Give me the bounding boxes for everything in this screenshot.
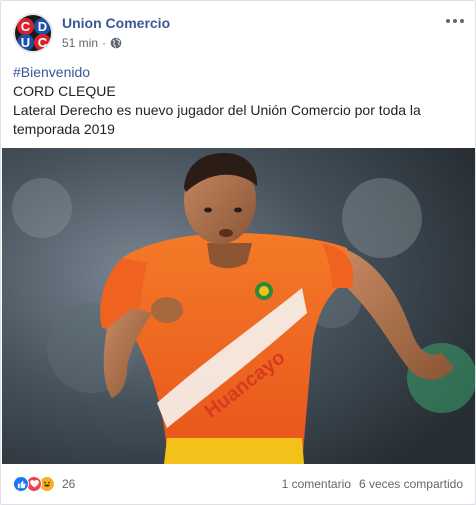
avatar-letter: C [17,18,34,35]
post-footer: 26 1 comentario 6 veces compartido [13,471,463,497]
more-options-icon[interactable] [445,15,465,27]
post-card: C D U C Union Comercio 51 min · #Bienven… [0,0,476,505]
shares-count-link[interactable]: 6 veces compartido [359,477,463,491]
comments-count-link[interactable]: 1 comentario [282,477,351,491]
avatar-letter: D [34,18,51,35]
avatar-letter: U [17,34,34,51]
page-name-link[interactable]: Union Comercio [62,15,170,31]
globe-icon[interactable] [110,37,122,49]
post-text: #Bienvenido CORD CLEQUE Lateral Derecho … [13,63,463,139]
reactions-summary[interactable]: 26 [13,476,75,492]
post-photo[interactable]: Huancayo [2,148,475,464]
avatar-letter: C [34,34,51,51]
post-meta: 51 min · [62,36,122,50]
hashtag-link[interactable]: #Bienvenido [13,63,463,82]
page-avatar[interactable]: C D U C [13,13,53,53]
post-header: C D U C Union Comercio 51 min · [13,11,465,55]
post-text-line: Lateral Derecho es nuevo jugador del Uni… [13,102,421,137]
player-photo-image: Huancayo [2,148,475,464]
post-timestamp[interactable]: 51 min [62,36,98,50]
post-text-line: CORD CLEQUE [13,83,116,99]
reaction-count: 26 [62,477,76,491]
like-icon [13,476,29,492]
